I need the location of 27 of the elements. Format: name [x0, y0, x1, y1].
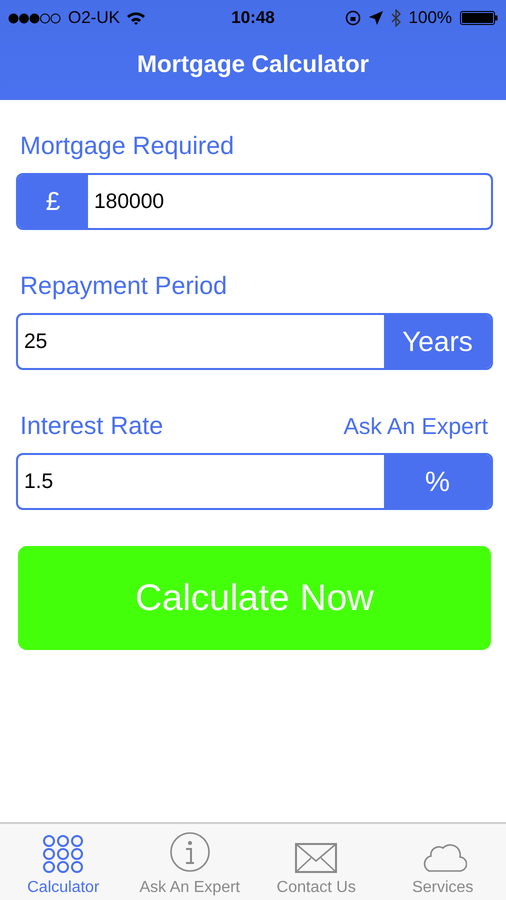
info-icon [168, 831, 211, 873]
value-input[interactable]: 180000 [88, 175, 491, 228]
currency-label: £ [18, 175, 88, 228]
rotation-lock-icon [344, 10, 361, 26]
field-label: Interest Rate [20, 412, 164, 441]
value-input[interactable]: 1.5 [18, 455, 384, 508]
field-label: Repayment Period [20, 272, 228, 301]
battery-icon [460, 11, 498, 25]
input-field[interactable]: 25 Years [16, 313, 493, 370]
unit-label: Years [384, 315, 491, 368]
carrier-name: O2-UK [68, 8, 120, 28]
envelope-icon [295, 843, 338, 873]
status-time: 10:48 [231, 8, 275, 28]
unit-label: % [384, 455, 491, 508]
field-label: Mortgage Required [20, 132, 234, 161]
input-field[interactable]: 1.5 % [16, 453, 493, 510]
ask-expert-link[interactable]: Ask An Expert [344, 413, 488, 440]
bluetooth-icon [390, 9, 401, 27]
wifi-icon [126, 11, 146, 25]
input-field[interactable]: £ 180000 [16, 173, 493, 230]
tab-item[interactable]: Calculator [0, 824, 126, 900]
location-arrow-icon [368, 11, 383, 25]
grid-icon [43, 835, 84, 873]
nav-title: Mortgage Calculator [136, 50, 370, 80]
signal-strength-icon [8, 12, 62, 24]
value-input[interactable]: 25 [18, 315, 384, 368]
battery-percent: 100% [408, 8, 452, 28]
